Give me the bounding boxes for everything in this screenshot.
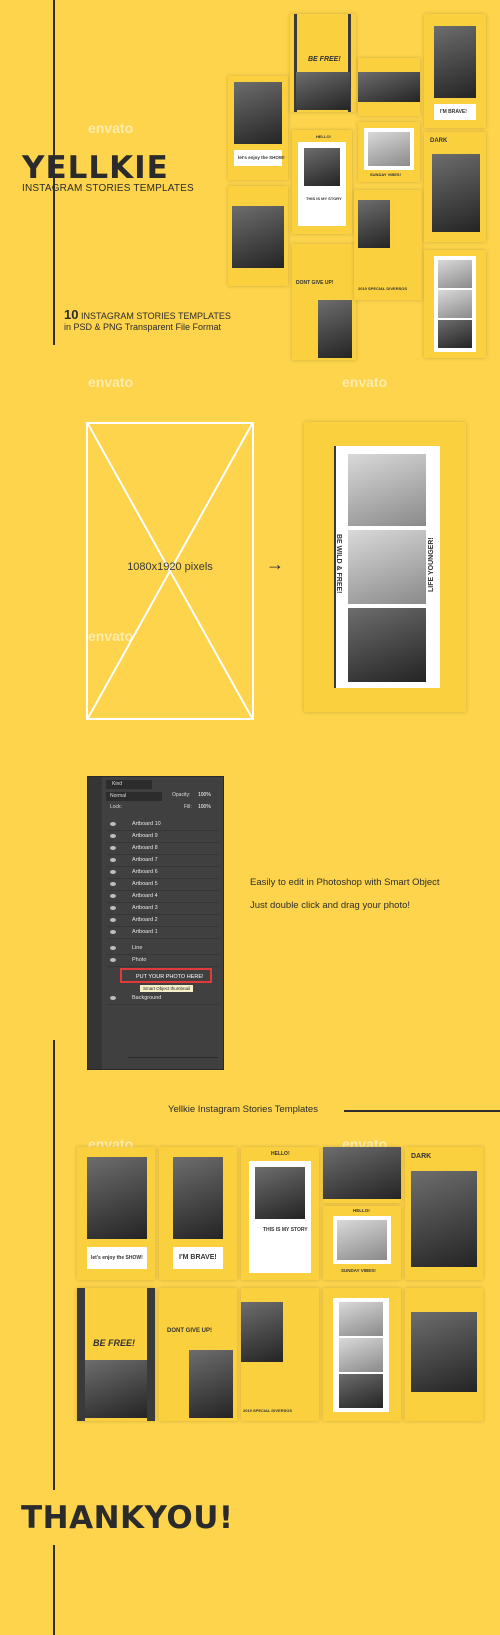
- card-text-sunday: SUNDAY VIBES!: [341, 1268, 376, 1273]
- story-card: BE FREE!: [77, 1288, 155, 1421]
- card-text-dark: DARK: [411, 1153, 432, 1160]
- card-text-dark: DARK: [430, 138, 448, 144]
- story-card: HELLO! THIS IS MY STORY: [292, 130, 352, 234]
- story-card: HELLO! THIS IS MY STORY: [241, 1147, 319, 1280]
- left-guide-line-lower: [53, 1040, 55, 1490]
- sample-right-text: LIFE YOUNGER!: [428, 537, 435, 592]
- layer-row[interactable]: Artboard 6: [106, 867, 219, 879]
- opacity-value[interactable]: 100%: [198, 792, 211, 798]
- story-card: HELLO! SUNDAY VIBES!: [323, 1206, 401, 1280]
- watermark: envato: [88, 374, 134, 390]
- story-card: DONT GIVE UP!: [159, 1288, 237, 1421]
- card-text-diversos: 2019 SPECIAL DIVERSOS: [243, 1408, 293, 1413]
- layer-row[interactable]: Artboard 9: [106, 831, 219, 843]
- card-text-be-free: BE FREE!: [308, 56, 341, 63]
- layer-row[interactable]: Artboard 7: [106, 855, 219, 867]
- layer-row[interactable]: Artboard 10: [106, 819, 219, 831]
- story-card: 2019 SPECIAL DIVERSOS: [354, 190, 422, 300]
- closing-text: THANKYOU!: [21, 1500, 234, 1536]
- promo-text: 10 INSTAGRAM STORIES TEMPLATES in PSD & …: [64, 307, 231, 333]
- layer-actions-bar: [128, 1057, 218, 1064]
- card-text-be-free: BE FREE!: [93, 1338, 136, 1348]
- story-card: 2019 SPECIAL DIVERSOS: [241, 1288, 319, 1421]
- layer-row[interactable]: Artboard 4: [106, 891, 219, 903]
- story-card: I'M BRAVE!: [159, 1147, 237, 1280]
- story-card: let's enjoy the SHOW!: [228, 76, 288, 180]
- smart-object-layer[interactable]: PUT YOUR PHOTO HERE!: [120, 968, 212, 983]
- card-text-brave: I'M BRAVE!: [440, 109, 467, 115]
- background-layer[interactable]: Background: [106, 993, 219, 1005]
- note-line-1: Easily to edit in Photoshop with Smart O…: [250, 877, 440, 888]
- card-text-show: let's enjoy the SHOW!: [238, 155, 285, 160]
- lock-label: Lock:: [110, 804, 122, 810]
- story-card: SUNDAY VIBES!: [358, 122, 420, 182]
- section-rule: [344, 1110, 500, 1112]
- story-card: [228, 186, 288, 286]
- smart-object-tooltip: Smart Object thumbnail: [140, 985, 194, 992]
- layer-row[interactable]: Artboard 8: [106, 843, 219, 855]
- photoshop-layers-panel: Kind Normal Opacity: 100% Lock: Fill: 10…: [87, 776, 224, 1070]
- arrow-right-icon: →: [266, 554, 284, 574]
- template-count: 10: [64, 307, 79, 322]
- blend-mode-select[interactable]: Normal: [106, 792, 162, 801]
- brand-title: YELLKIE: [22, 150, 169, 186]
- card-text-hello: HELLO!: [353, 1208, 370, 1213]
- sample-story-card: BE WILD & FREE! LIFE YOUNGER!: [304, 422, 466, 712]
- format-line: in PSD & PNG Transparent File Format: [64, 322, 222, 332]
- layer-row[interactable]: Artboard 3: [106, 903, 219, 915]
- card-text-hello: HELLO!: [316, 134, 331, 139]
- fill-value[interactable]: 100%: [198, 804, 211, 810]
- note-line-2: Just double click and drag your photo!: [250, 900, 411, 911]
- brand-subtitle: INSTAGRAM STORIES TEMPLATES: [22, 183, 194, 194]
- watermark: envato: [88, 120, 134, 136]
- card-text-brave: I'M BRAVE!: [179, 1254, 217, 1261]
- story-card: DARK: [405, 1147, 483, 1280]
- card-text-dont-give-up: DONT GIVE UP!: [296, 280, 334, 286]
- story-card: [323, 1288, 401, 1421]
- opacity-label: Opacity:: [172, 792, 191, 798]
- layer-row[interactable]: Artboard 5: [106, 879, 219, 891]
- card-text-story: THIS IS MY STORY: [306, 196, 342, 201]
- story-card: let's enjoy the SHOW!: [77, 1147, 155, 1280]
- tools-strip: [88, 777, 102, 1069]
- layer-filter-kind[interactable]: Kind: [106, 780, 152, 789]
- watermark: envato: [342, 374, 388, 390]
- layer-row[interactable]: Photo: [106, 955, 219, 967]
- story-card: [424, 250, 486, 358]
- card-text-hello: HELLO!: [271, 1151, 290, 1157]
- layer-row[interactable]: Artboard 1: [106, 927, 219, 939]
- card-text-sunday: SUNDAY VIBES!: [370, 172, 401, 177]
- fill-label: Fill:: [184, 804, 192, 810]
- card-text-story: THIS IS MY STORY: [263, 1227, 308, 1233]
- story-card: DARK: [424, 132, 486, 242]
- story-card: I'M BRAVE!: [424, 14, 486, 128]
- story-card: [405, 1288, 483, 1421]
- layer-row[interactable]: Artboard 2: [106, 915, 219, 927]
- card-text-show: let's enjoy the SHOW!: [91, 1255, 143, 1261]
- left-guide-line-bottom: [53, 1545, 55, 1635]
- template-count-label: INSTAGRAM STORIES TEMPLATES: [80, 311, 231, 321]
- card-text-dont-give-up: DONT GIVE UP!: [167, 1328, 213, 1334]
- sample-left-text: BE WILD & FREE!: [335, 534, 342, 594]
- story-card: BE FREE!: [290, 14, 356, 112]
- section-title: Yellkie Instagram Stories Templates: [168, 1104, 318, 1115]
- template-dimensions: 1080x1920 pixels: [127, 561, 213, 573]
- story-card: [323, 1147, 401, 1203]
- story-card: DONT GIVE UP!: [292, 244, 356, 360]
- card-text-diversos: 2019 SPECIAL DIVERSOS: [358, 286, 408, 291]
- story-card: [358, 58, 420, 116]
- layer-row[interactable]: Line: [106, 943, 219, 955]
